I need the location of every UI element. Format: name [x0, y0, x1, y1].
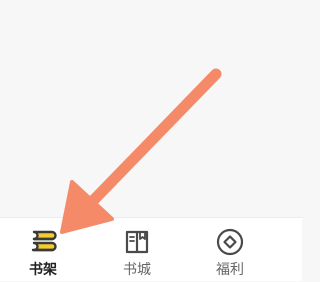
content-area — [0, 0, 302, 217]
bottom-tab-bar: 书架 书城 福利 — [0, 217, 302, 281]
tab-bookstore-label: 书城 — [123, 262, 151, 278]
tab-rewards-label: 福利 — [216, 262, 244, 278]
bookshelf-icon — [31, 230, 57, 252]
tab-bookstore[interactable]: 书城 — [107, 218, 167, 282]
tab-bookshelf-label: 书架 — [29, 262, 57, 278]
coin-icon — [216, 228, 244, 256]
tab-rewards[interactable]: 福利 — [200, 218, 260, 282]
book-icon — [125, 230, 149, 254]
tab-bookshelf[interactable]: 书架 — [13, 218, 73, 282]
